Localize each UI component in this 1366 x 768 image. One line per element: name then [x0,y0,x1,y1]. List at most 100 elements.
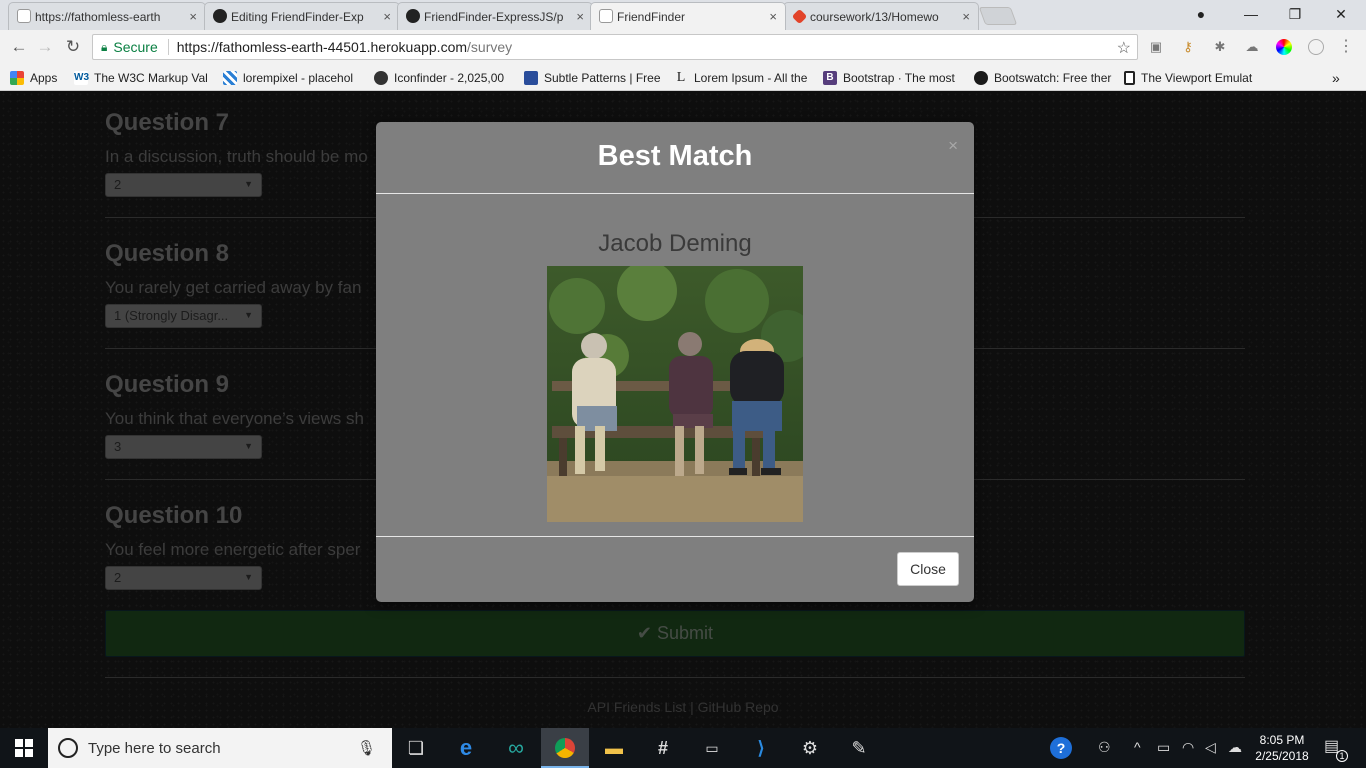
close-button[interactable]: Close [897,552,959,586]
match-name: Jacob Deming [598,230,752,257]
lock-icon: 🔒︎ [101,39,108,54]
browser-tab[interactable]: FriendFinder-ExpressJS/p × [397,2,593,30]
modal-header: Best Match × [376,122,974,194]
bookmark-label: Bootstrap · The most [843,71,955,85]
bookmark-lorempixel[interactable]: lorempixel - placehol [223,69,363,87]
chrome-menu-icon[interactable]: ⋮ [1338,39,1354,55]
bootstrap-icon: B [823,71,837,85]
lorem-ipsum-icon: L [676,70,686,85]
settings-gear-icon[interactable]: ⚙ [786,728,834,768]
edge-icon[interactable]: e [442,728,490,768]
back-icon[interactable]: ← [8,36,30,58]
bookmark-bootswatch[interactable]: Bootswatch: Free ther [974,69,1112,87]
color-picker-extension-icon[interactable] [1276,39,1292,55]
camera-extension-icon[interactable]: ▣ [1148,39,1164,55]
taskbar-clock[interactable]: 8:05 PM 2/25/2018 [1252,732,1312,764]
tab-close-icon[interactable]: × [769,9,777,24]
bookmark-label: The Viewport Emulat [1141,71,1253,85]
bookmark-lorem-ipsum[interactable]: L Lorem Ipsum - All the [674,69,812,87]
reload-icon[interactable]: ↻ [62,36,84,58]
browser-tab[interactable]: coursework/13/Homewo × [783,2,979,30]
cortana-icon [58,738,78,758]
bookmark-label: Bootswatch: Free ther [994,71,1112,85]
forward-icon[interactable]: → [34,36,56,58]
restore-icon[interactable]: ❐ [1272,0,1318,30]
windows-start-icon[interactable] [0,728,48,768]
battery-icon[interactable]: ▭ [1157,739,1170,756]
w3c-icon: W3 [74,71,89,85]
browser-tab-active[interactable]: FriendFinder × [590,2,786,30]
infinity-app-icon[interactable]: ∞ [492,728,540,768]
people-icon[interactable]: ⚇ [1098,739,1111,756]
bookmark-w3c[interactable]: W3 The W3C Markup Val [74,69,210,87]
survey-page: Question 7 In a discussion, truth should… [0,91,1366,728]
modal-body: Jacob Deming [376,194,974,537]
tab-title: FriendFinder [617,9,686,24]
browser-tab[interactable]: Editing FriendFinder-Exp × [204,2,400,30]
cloud-extension-icon[interactable]: ☁ [1244,39,1260,55]
gitlab-icon [791,8,808,25]
new-tab-button[interactable] [978,7,1018,25]
subtle-patterns-icon [524,71,538,85]
lorempixel-icon [223,71,237,85]
page-icon [599,9,613,23]
tab-close-icon[interactable]: × [576,9,584,24]
tab-close-icon[interactable]: × [962,9,970,24]
address-bar[interactable]: 🔒︎ Secure https://fathomless-earth-44501… [92,34,1138,60]
bookmark-label: The W3C Markup Val [94,71,208,85]
key-extension-icon[interactable]: ⚷ [1180,39,1196,55]
windows-logo-icon [15,739,33,757]
url-path: /survey [467,39,513,55]
best-match-modal: Best Match × Jacob Deming Close [376,122,974,602]
tab-title: coursework/13/Homewo [810,9,939,24]
tab-strip: https://fathomless-earth × Editing Frien… [0,0,1366,30]
bookmark-label: Subtle Patterns | Free [544,71,661,85]
bookmark-subtle-patterns[interactable]: Subtle Patterns | Free [524,69,662,87]
tab-close-icon[interactable]: × [383,9,391,24]
profile-icon[interactable]: ● [1178,0,1224,30]
modal-footer: Close [376,537,974,601]
microphone-icon[interactable]: 🎙︎ [357,739,376,757]
notification-count: 1 [1336,750,1348,762]
circle-extension-icon[interactable] [1308,39,1324,55]
modal-close-icon[interactable]: × [948,136,958,156]
tray-chevron-icon[interactable]: ^ [1134,739,1141,755]
clock-date: 2/25/2018 [1255,749,1309,763]
bug-extension-icon[interactable]: ✱ [1212,39,1228,55]
chrome-icon [555,738,575,758]
tab-close-icon[interactable]: × [189,9,197,24]
bookmark-star-icon[interactable]: ☆ [1117,38,1131,58]
minimize-icon[interactable]: — [1228,0,1274,30]
paint-icon[interactable]: ✎ [835,728,883,768]
file-explorer-icon[interactable]: ▬ [590,728,638,768]
browser-tab[interactable]: https://fathomless-earth × [8,2,206,30]
browser-toolbar: ← → ↻ 🔒︎ Secure https://fathomless-earth… [0,30,1366,64]
bookmark-label: Iconfinder - 2,025,00 [394,71,505,85]
vscode-icon[interactable]: ⟩ [737,728,785,768]
github-icon [213,9,227,23]
tab-title: FriendFinder-ExpressJS/p [424,9,564,24]
wifi-icon[interactable]: ◠ [1182,739,1194,756]
onedrive-icon[interactable]: ☁ [1228,739,1242,756]
task-view-icon[interactable]: ❏ [392,728,440,768]
bookmarks-overflow-icon[interactable]: » [1332,69,1346,87]
apps-grid-icon [10,71,24,85]
bookmark-label: lorempixel - placehol [243,71,354,85]
tab-title: Editing FriendFinder-Exp [231,9,364,24]
taskbar-search-input[interactable]: Type here to search 🎙︎ [48,728,392,768]
bookmark-label: Apps [30,71,58,85]
bookmark-iconfinder[interactable]: Iconfinder - 2,025,00 [374,69,512,87]
volume-icon[interactable]: ◁ [1205,739,1216,756]
modal-title: Best Match [597,140,753,172]
bookmark-bootstrap[interactable]: B Bootstrap · The most [823,69,961,87]
help-icon[interactable]: ? [1050,737,1072,759]
slack-icon[interactable]: # [639,728,687,768]
bookmark-apps[interactable]: Apps [10,69,70,87]
chrome-taskbar-icon[interactable] [541,728,589,768]
window-close-icon[interactable]: ✕ [1318,0,1364,30]
viewport-icon [1124,71,1135,85]
bookmarks-bar: Apps W3 The W3C Markup Val lorempixel - … [0,64,1366,91]
bookmark-viewport[interactable]: The Viewport Emulat [1124,69,1262,87]
terminal-icon[interactable]: ▭ [688,728,736,768]
bookmark-label: Lorem Ipsum - All the [694,71,808,85]
